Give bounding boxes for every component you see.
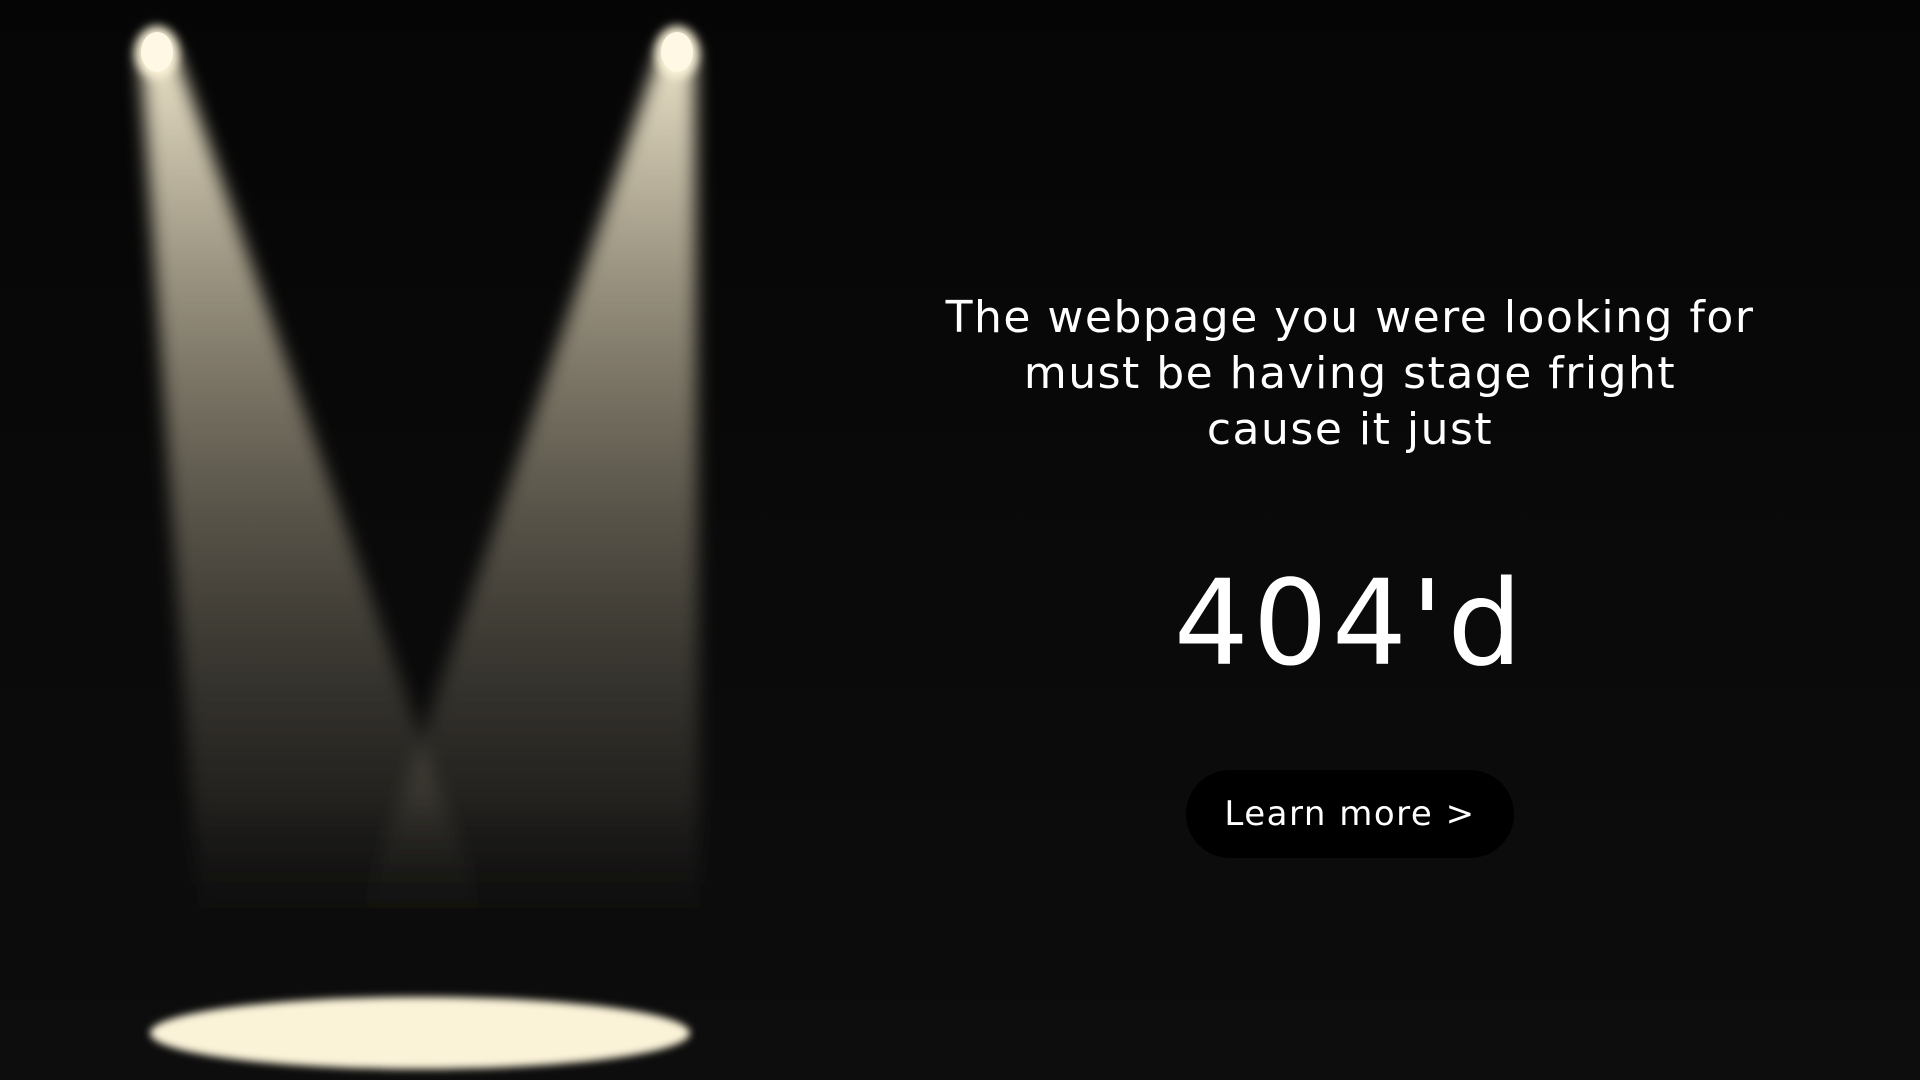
left-lamp-core <box>141 32 173 72</box>
message-line-2: must be having stage fright <box>1023 348 1677 399</box>
floor-spotlight <box>150 997 690 1069</box>
right-lamp-core <box>661 32 693 72</box>
learn-more-button[interactable]: Learn more > <box>1186 770 1514 858</box>
message-line-1: The webpage you were looking for <box>945 292 1755 343</box>
error-message: The webpage you were looking for must be… <box>900 290 1800 458</box>
message-line-3: cause it just <box>1206 404 1494 455</box>
spotlight-illustration <box>135 26 700 1069</box>
right-light-beam <box>355 50 700 930</box>
error-code-heading: 404'd <box>1173 554 1527 692</box>
stage-background: The webpage you were looking for must be… <box>0 0 1920 1080</box>
error-message-panel: The webpage you were looking for must be… <box>900 290 1800 858</box>
